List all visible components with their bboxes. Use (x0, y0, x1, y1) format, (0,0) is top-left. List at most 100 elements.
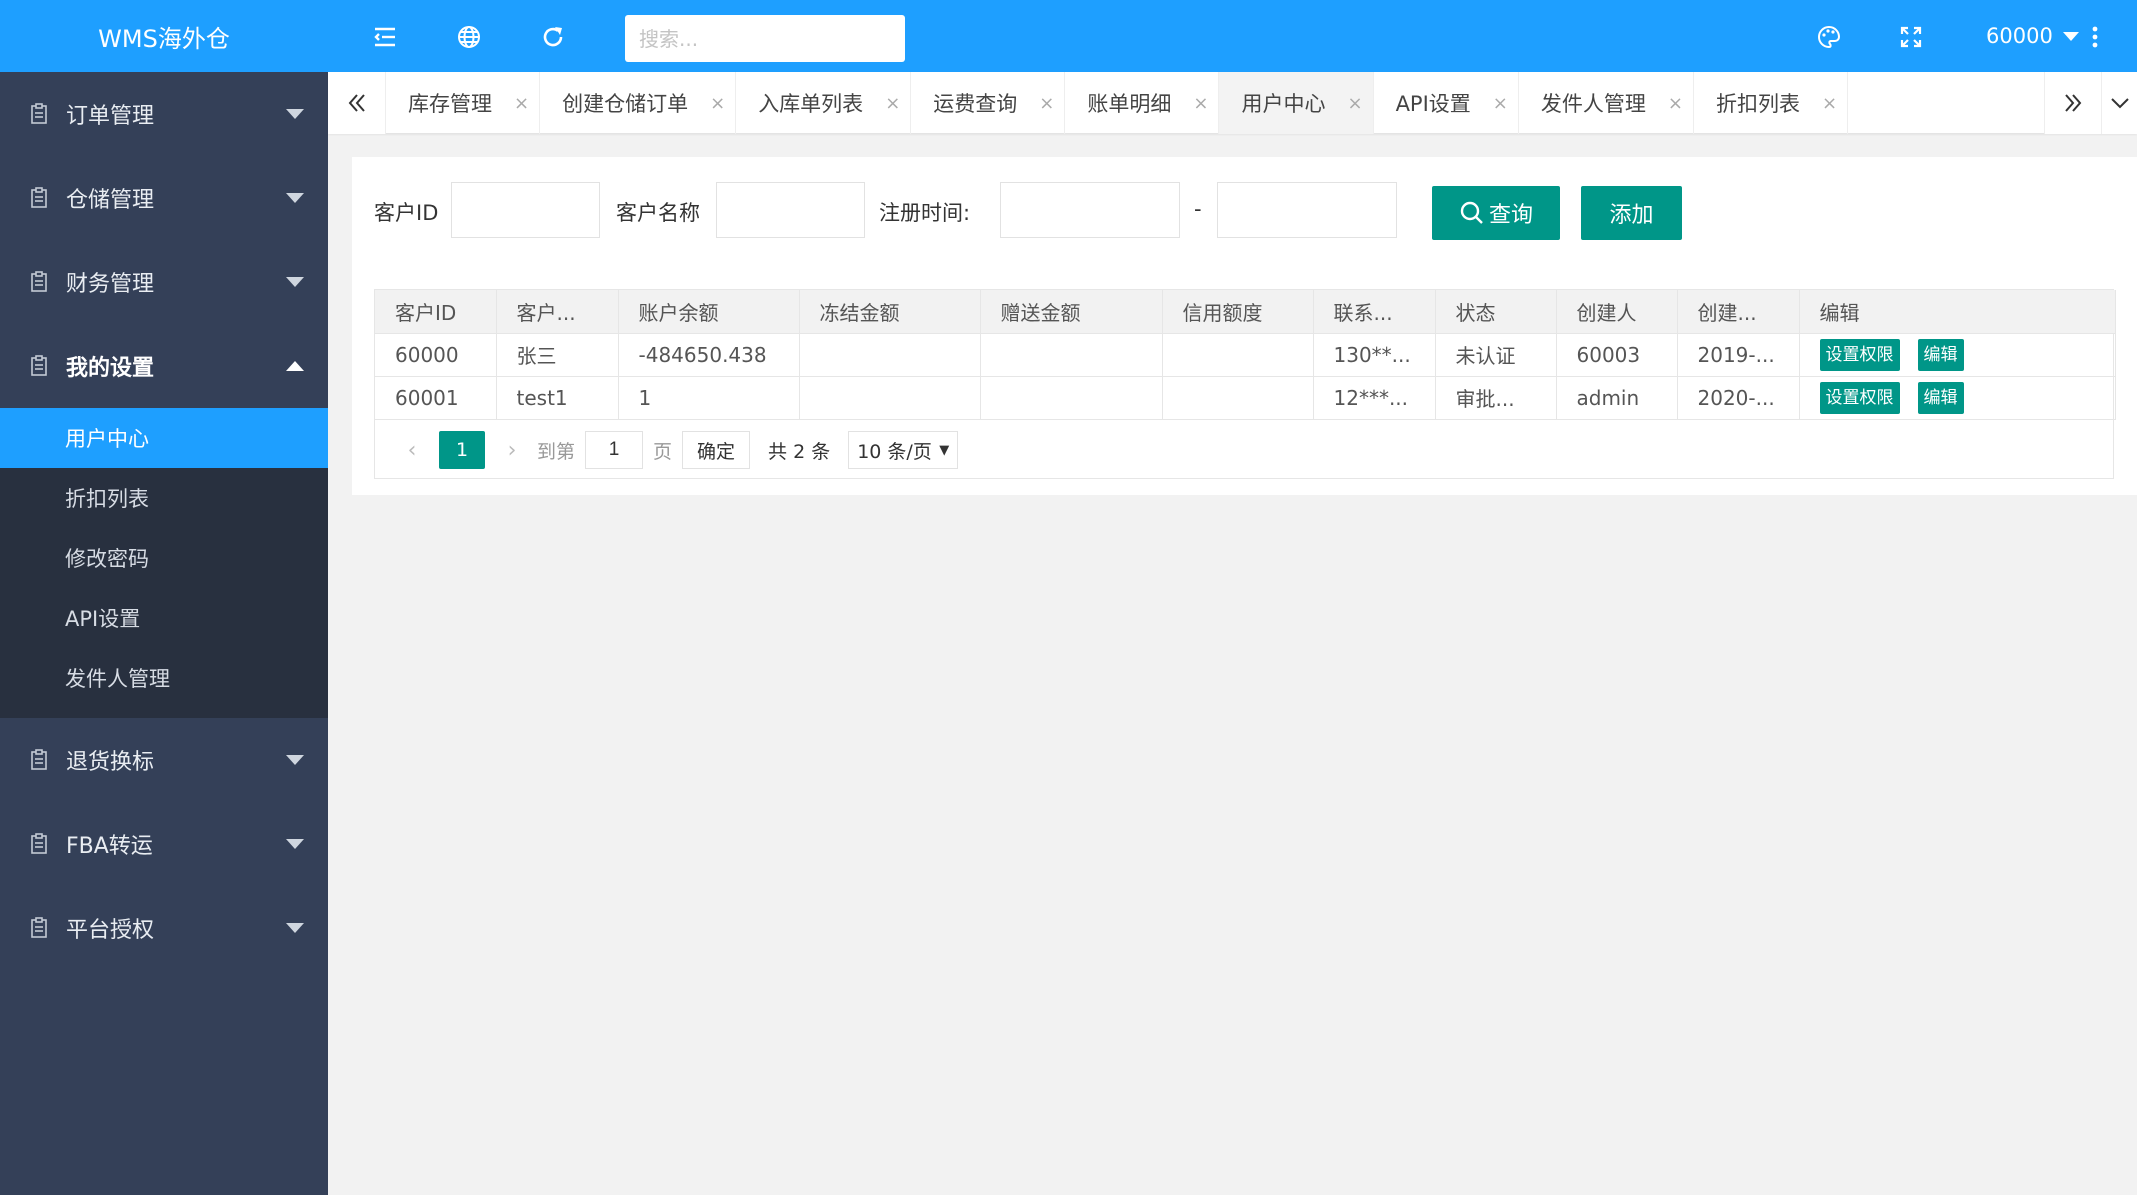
column-header: 信用额度 (1162, 290, 1314, 334)
caret-down-icon (286, 193, 304, 203)
column-header: 客户... (496, 290, 619, 334)
tabs-scroll-left-button[interactable] (328, 72, 386, 134)
tabs-dropdown-button[interactable] (2102, 72, 2137, 134)
double-chevron-left-icon (348, 94, 365, 112)
customer-name-label: 客户名称 (616, 201, 700, 225)
sidebar-item[interactable]: 我的设置 (0, 324, 328, 408)
table-cell (980, 333, 1163, 377)
customer-id-input[interactable] (451, 182, 600, 238)
table-header-row: 客户ID 客户... 账户余额 冻结金额 赠送金额 信用额度 联系... 状态 创建人 创建...… (375, 290, 2116, 334)
tab[interactable]: 用户中心 × (1219, 72, 1374, 134)
settings-submenu: 用户中心 折扣列表 修改密码 API设置 发件人管理 (0, 408, 328, 718)
submenu-item[interactable]: 用户中心 (0, 408, 328, 468)
tab[interactable]: 运费查询 × (911, 72, 1066, 134)
table-cell: 60000 (375, 333, 497, 377)
tab-label: 入库单列表 (758, 92, 864, 116)
document-icon (31, 355, 47, 376)
tab[interactable]: 折扣列表 × (1694, 72, 1849, 134)
column-header: 编辑 (1799, 290, 2116, 334)
close-icon[interactable]: × (1668, 93, 1683, 114)
sidebar-item-label: 退货换标 (66, 750, 155, 775)
table-row[interactable]: 60001 test1 1 12***... 审批... admin 2020-... 设置权… (375, 376, 2116, 420)
current-page-button[interactable]: 1 (439, 431, 485, 469)
submenu-item[interactable]: 修改密码 (0, 528, 328, 588)
menu-fold-icon[interactable] (372, 24, 398, 50)
customer-table: 客户ID 客户... 账户余额 冻结金额 赠送金额 信用额度 联系... 状态 创建人 创建...… (374, 289, 2116, 479)
query-button[interactable]: 查询 (1432, 186, 1560, 240)
document-icon (31, 187, 47, 208)
tab[interactable]: 发件人管理 × (1519, 72, 1694, 134)
username: 60000 (1986, 24, 2053, 48)
palette-icon[interactable] (1816, 24, 1842, 50)
customer-id-label: 客户ID (374, 201, 439, 225)
sidebar-item-label: 订单管理 (66, 104, 155, 129)
tab[interactable]: 入库单列表 × (736, 72, 912, 134)
table-cell (799, 376, 981, 420)
sidebar-item-label: 仓储管理 (66, 188, 155, 213)
edit-button[interactable]: 编辑 (1917, 338, 1964, 371)
goto-page-input[interactable] (585, 431, 644, 469)
reg-time-end-input[interactable] (1217, 182, 1397, 238)
document-icon (31, 917, 47, 938)
globe-icon[interactable] (456, 24, 482, 50)
table-row[interactable]: 60000 张三 -484650.438 130**... 未认证 60003 2019-.… (375, 333, 2116, 377)
close-icon[interactable]: × (1822, 93, 1837, 114)
sidebar-item[interactable]: 退货换标 (0, 718, 328, 802)
column-header: 创建... (1677, 290, 1800, 334)
close-icon[interactable]: × (1493, 93, 1508, 114)
table-cell: 未认证 (1435, 333, 1557, 377)
goto-confirm-button[interactable]: 确定 (682, 431, 751, 469)
edit-button[interactable]: 编辑 (1917, 381, 1964, 414)
sidebar-item[interactable]: 仓储管理 (0, 156, 328, 240)
tab[interactable]: 库存管理 × (386, 72, 541, 134)
submenu-item[interactable]: API设置 (0, 588, 328, 648)
table-cell (799, 333, 981, 377)
app-logo-title[interactable]: WMS海外仓 (0, 0, 328, 72)
set-permissions-button[interactable]: 设置权限 (1819, 338, 1900, 371)
search-input[interactable] (625, 15, 905, 62)
tab[interactable]: 账单明细 × (1065, 72, 1220, 134)
close-icon[interactable]: × (1347, 93, 1362, 114)
tab[interactable]: API设置 × (1374, 72, 1519, 134)
close-icon[interactable]: × (1039, 93, 1054, 114)
sidebar-item-label: FBA转运 (66, 834, 153, 859)
sidebar-item-label: 平台授权 (66, 918, 155, 943)
sidebar-item[interactable]: FBA转运 (0, 802, 328, 886)
next-page-icon[interactable]: › (495, 438, 529, 463)
prev-page-icon[interactable]: ‹ (395, 438, 429, 463)
table-cell: 2020-... (1677, 376, 1800, 420)
add-button[interactable]: 添加 (1581, 186, 1682, 240)
customer-name-input[interactable] (716, 182, 865, 238)
tab[interactable]: 创建仓储订单 × (540, 72, 737, 134)
table-cell: 60003 (1556, 333, 1678, 377)
submenu-item[interactable]: 折扣列表 (0, 468, 328, 528)
close-icon[interactable]: × (1193, 93, 1208, 114)
page-size-select[interactable]: 10 条/页 ▼ (848, 431, 959, 469)
table-cell: 130**... (1313, 333, 1436, 377)
close-icon[interactable]: × (885, 93, 900, 114)
sidebar-item[interactable]: 财务管理 (0, 240, 328, 324)
caret-down-icon (286, 923, 304, 933)
submenu-item[interactable]: 发件人管理 (0, 648, 328, 708)
chevron-down-icon (2062, 31, 2079, 41)
add-button-label: 添加 (1609, 203, 1654, 228)
table-cell: 审批... (1435, 376, 1557, 420)
set-permissions-button[interactable]: 设置权限 (1819, 381, 1900, 414)
tab-label: 用户中心 (1241, 92, 1326, 116)
close-icon[interactable]: × (514, 93, 529, 114)
column-header: 创建人 (1556, 290, 1678, 334)
tab-label: 库存管理 (408, 92, 492, 116)
fullscreen-icon[interactable] (1898, 24, 1924, 50)
reg-time-start-input[interactable] (1000, 182, 1180, 238)
refresh-icon[interactable] (540, 24, 566, 50)
tab-label: 折扣列表 (1715, 92, 1800, 116)
tabs-scroll-right-button[interactable] (2044, 72, 2102, 134)
sidebar-item[interactable]: 平台授权 (0, 886, 328, 970)
double-chevron-right-icon (2065, 94, 2082, 112)
sidebar-item[interactable]: 订单管理 (0, 72, 328, 156)
more-vertical-icon[interactable] (2090, 24, 2100, 50)
column-header: 状态 (1435, 290, 1557, 334)
tab-label: 运费查询 (933, 92, 1018, 116)
user-menu[interactable]: 60000 (1986, 0, 2079, 72)
close-icon[interactable]: × (710, 93, 725, 114)
